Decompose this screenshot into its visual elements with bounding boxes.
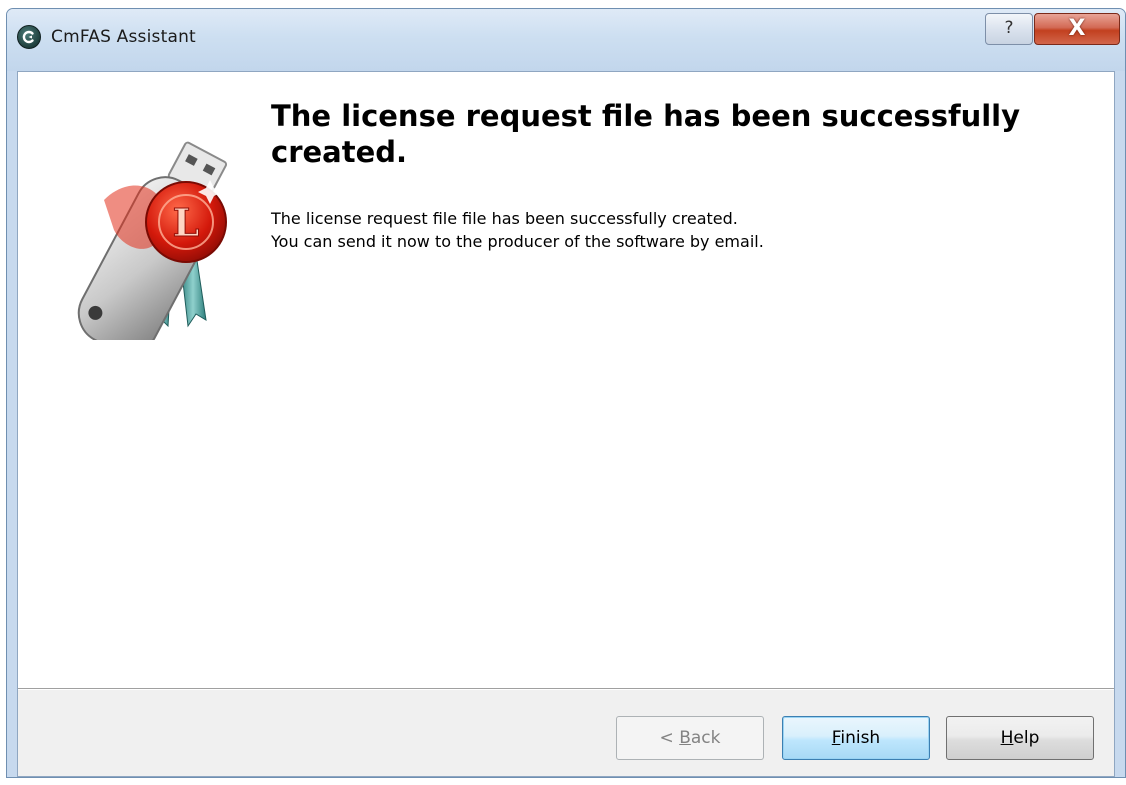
back-mnemonic: B [679, 728, 691, 748]
help-button[interactable]: Help [946, 716, 1094, 760]
back-rest: ack [690, 728, 721, 748]
assistant-window: CmFAS Assistant ? X L The license reques… [6, 8, 1126, 778]
message-line-2: You can send it now to the producer of t… [271, 232, 764, 251]
help-rest: elp [1013, 728, 1040, 748]
message-line-1: The license request file file has been s… [271, 209, 738, 228]
window-title: CmFAS Assistant [51, 27, 196, 47]
finish-rest: inish [840, 728, 881, 748]
message-text: The license request file file has been s… [271, 207, 1071, 253]
usb-dongle-seal-icon: L [44, 130, 244, 355]
finish-button[interactable]: Finish [782, 716, 930, 760]
back-button[interactable]: < Back [616, 716, 764, 760]
dialog-client-area: L The license request file has been succ… [17, 71, 1115, 777]
title-help-button[interactable]: ? [985, 13, 1033, 45]
cmfas-logo-icon [17, 25, 41, 49]
title-bar[interactable]: CmFAS Assistant ? X [7, 9, 1125, 71]
question-mark-icon: ? [1004, 18, 1014, 38]
close-icon: X [1068, 16, 1086, 41]
content-panel: L The license request file has been succ… [18, 72, 1114, 688]
back-prefix: < [659, 728, 680, 748]
help-mnemonic: H [1000, 728, 1014, 748]
page-heading: The license request file has been succes… [271, 99, 1021, 169]
seal-letter: L [173, 200, 200, 245]
button-bar: < Back Finish Help [18, 690, 1114, 776]
close-button[interactable]: X [1034, 13, 1120, 45]
